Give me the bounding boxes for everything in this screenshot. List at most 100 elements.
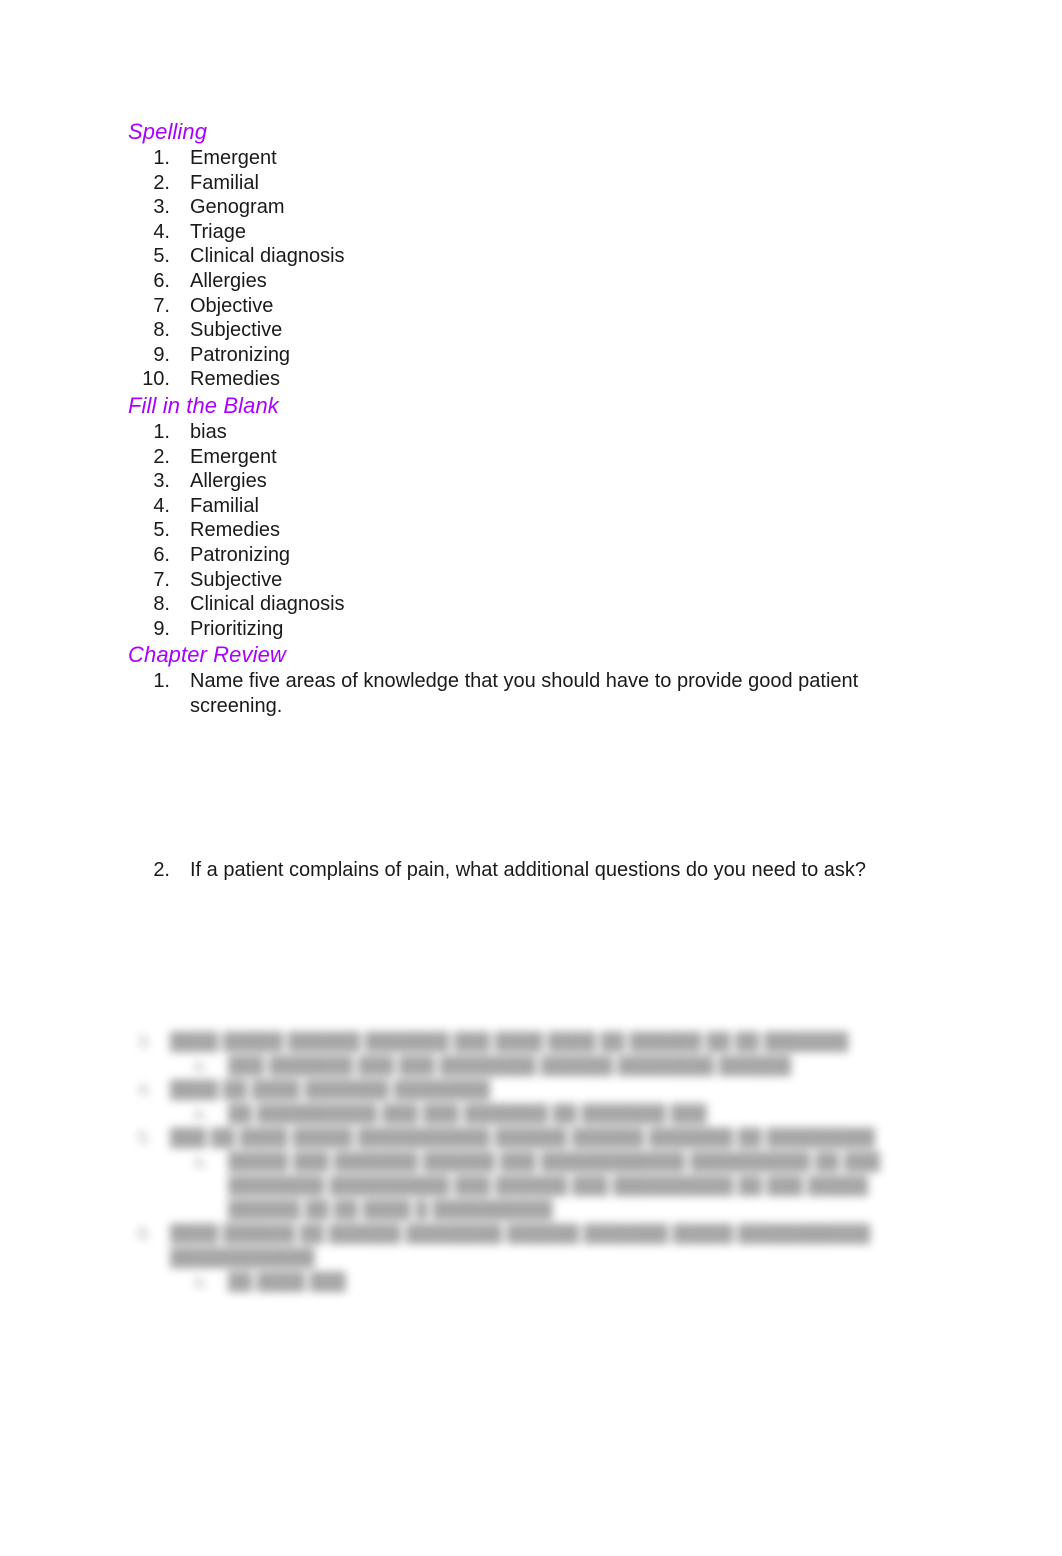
list-text: Patronizing xyxy=(190,543,291,566)
fill-in-the-blank-list: 1. bias 2. Emergent 3. Allergies 4. Fami… xyxy=(128,420,918,641)
chapter-review-list: 1. Name five areas of knowledge that you… xyxy=(128,669,918,718)
list-marker: 1. xyxy=(153,420,170,443)
list-text: Subjective xyxy=(190,568,283,591)
list-item: 7. Subjective xyxy=(128,568,918,593)
list-marker: 1. xyxy=(153,147,170,169)
list-text: Patronizing xyxy=(190,343,291,366)
list-text: ██ ██████████ ███ ███ ███████ ██ ███████… xyxy=(228,1104,707,1123)
list-text: ████ ██████ ██ ██████ ████████ ██████ ██… xyxy=(170,1224,871,1267)
list-item: 1. bias xyxy=(128,420,918,445)
list-text: Clinical diagnosis xyxy=(190,593,345,616)
list-item: 2. Familial xyxy=(128,171,918,196)
list-marker: 10. xyxy=(142,368,170,391)
list-marker: 9. xyxy=(153,343,170,366)
section-heading-spelling: Spelling xyxy=(128,119,208,144)
document-body: Spelling 1. Emergent 2. Familial 3. Geno… xyxy=(128,118,918,1001)
list-text: ████ ██ ████ ███████ ████████ xyxy=(170,1080,491,1099)
list-item: a. ███ ███████ ███ ███ ████████ ██████ █… xyxy=(170,1054,928,1078)
list-marker: 2. xyxy=(153,859,170,882)
list-marker: 8. xyxy=(153,319,170,342)
obscured-answers-region: 3. ████ █████ ██████ ███████ ███ ████ ██… xyxy=(128,1030,928,1294)
answer-space xyxy=(128,883,918,1001)
list-text: Allergies xyxy=(190,470,267,493)
list-text: Familial xyxy=(190,171,259,194)
answer-space xyxy=(128,718,918,858)
list-item: 4. Familial xyxy=(128,494,918,519)
obscured-sublist: a. ███ ███████ ███ ███ ████████ ██████ █… xyxy=(170,1054,928,1078)
list-marker: 4. xyxy=(137,1080,152,1099)
list-item: 7. Objective xyxy=(128,294,918,319)
list-item: 8. Clinical diagnosis xyxy=(128,592,918,617)
list-item: a. ██ ██████████ ███ ███ ███████ ██ ████… xyxy=(170,1102,928,1126)
list-text: ████ █████ ██████ ███████ ███ ████ ████ … xyxy=(170,1032,849,1051)
list-marker: 1. xyxy=(153,670,170,693)
obscured-sublist: a. ██ ████ ███ xyxy=(170,1270,928,1294)
list-marker: a. xyxy=(193,1056,208,1075)
list-marker: 7. xyxy=(153,568,170,591)
list-item: 1. Emergent xyxy=(128,146,918,171)
spelling-list: 1. Emergent 2. Familial 3. Genogram 4. T… xyxy=(128,146,918,392)
list-item: 5. Clinical diagnosis xyxy=(128,244,918,269)
list-text: Subjective xyxy=(190,319,283,342)
list-marker: 9. xyxy=(153,617,170,640)
list-marker: 4. xyxy=(153,494,170,517)
list-item: 10. Remedies xyxy=(128,367,918,392)
list-text: bias xyxy=(190,420,227,443)
obscured-list: 3. ████ █████ ██████ ███████ ███ ████ ██… xyxy=(128,1030,928,1294)
chapter-review-list-continued: 2. If a patient complains of pain, what … xyxy=(128,858,918,883)
list-text: ███ ██ ████ █████ ███████████ ██████ ███… xyxy=(170,1128,875,1147)
list-marker: 6. xyxy=(153,269,170,292)
list-item: 5. Remedies xyxy=(128,518,918,543)
list-text: Genogram xyxy=(190,196,285,219)
list-marker: 2. xyxy=(153,171,170,194)
list-text: ██ ████ ███ xyxy=(228,1272,346,1291)
list-item: 5. ███ ██ ████ █████ ███████████ ██████ … xyxy=(128,1126,928,1222)
list-marker: a. xyxy=(193,1152,208,1171)
list-text: Allergies xyxy=(190,269,267,292)
list-marker: 5. xyxy=(153,245,170,268)
list-item: 6. ████ ██████ ██ ██████ ████████ ██████… xyxy=(128,1222,928,1294)
list-text: Familial xyxy=(190,494,259,517)
list-item: 3. Genogram xyxy=(128,195,918,220)
list-marker: 5. xyxy=(153,519,170,542)
list-marker: 4. xyxy=(153,220,170,243)
list-text: Objective xyxy=(190,294,274,317)
list-marker: 7. xyxy=(153,294,170,317)
list-item: 2. Emergent xyxy=(128,445,918,470)
list-text: Emergent xyxy=(190,147,277,169)
list-marker: a. xyxy=(193,1272,208,1291)
list-item: 6. Patronizing xyxy=(128,543,918,568)
list-text: █████ ███ ███████ ██████ ███ ███████████… xyxy=(228,1152,881,1219)
section-heading-chapter-review: Chapter Review xyxy=(128,642,286,668)
list-text: Triage xyxy=(190,220,246,243)
list-text: ███ ███████ ███ ███ ████████ ██████ ████… xyxy=(228,1056,792,1075)
list-text: If a patient complains of pain, what add… xyxy=(190,859,867,882)
list-item: a. █████ ███ ███████ ██████ ███ ████████… xyxy=(170,1150,928,1222)
list-item: 9. Patronizing xyxy=(128,343,918,368)
list-text: Emergent xyxy=(190,445,277,468)
list-item: 3. ████ █████ ██████ ███████ ███ ████ ██… xyxy=(128,1030,928,1078)
list-marker: 6. xyxy=(153,543,170,566)
list-marker: 6. xyxy=(137,1224,152,1243)
obscured-sublist: a. █████ ███ ███████ ██████ ███ ████████… xyxy=(170,1150,928,1222)
list-marker: 5. xyxy=(137,1128,152,1147)
list-item: 1. Name five areas of knowledge that you… xyxy=(128,669,918,718)
list-item: 8. Subjective xyxy=(128,318,918,343)
list-text: Remedies xyxy=(190,519,281,542)
list-item: 4. Triage xyxy=(128,220,918,245)
list-marker: 3. xyxy=(153,470,170,493)
list-marker: 2. xyxy=(153,445,170,468)
section-heading-fill-in-the-blank: Fill in the Blank xyxy=(128,392,279,418)
list-marker: a. xyxy=(193,1104,208,1123)
list-marker: 3. xyxy=(153,196,170,219)
list-text: Prioritizing xyxy=(190,617,284,640)
list-item: 2. If a patient complains of pain, what … xyxy=(128,858,918,883)
list-text: Name five areas of knowledge that you sh… xyxy=(190,670,859,717)
list-text: Remedies xyxy=(190,368,281,391)
worksheet-page: Spelling 1. Emergent 2. Familial 3. Geno… xyxy=(0,0,1062,1556)
list-item: a. ██ ████ ███ xyxy=(170,1270,928,1294)
list-item: 4. ████ ██ ████ ███████ ████████ a. ██ █… xyxy=(128,1078,928,1126)
list-item: 6. Allergies xyxy=(128,269,918,294)
list-marker: 3. xyxy=(137,1032,152,1051)
list-text: Clinical diagnosis xyxy=(190,245,345,268)
